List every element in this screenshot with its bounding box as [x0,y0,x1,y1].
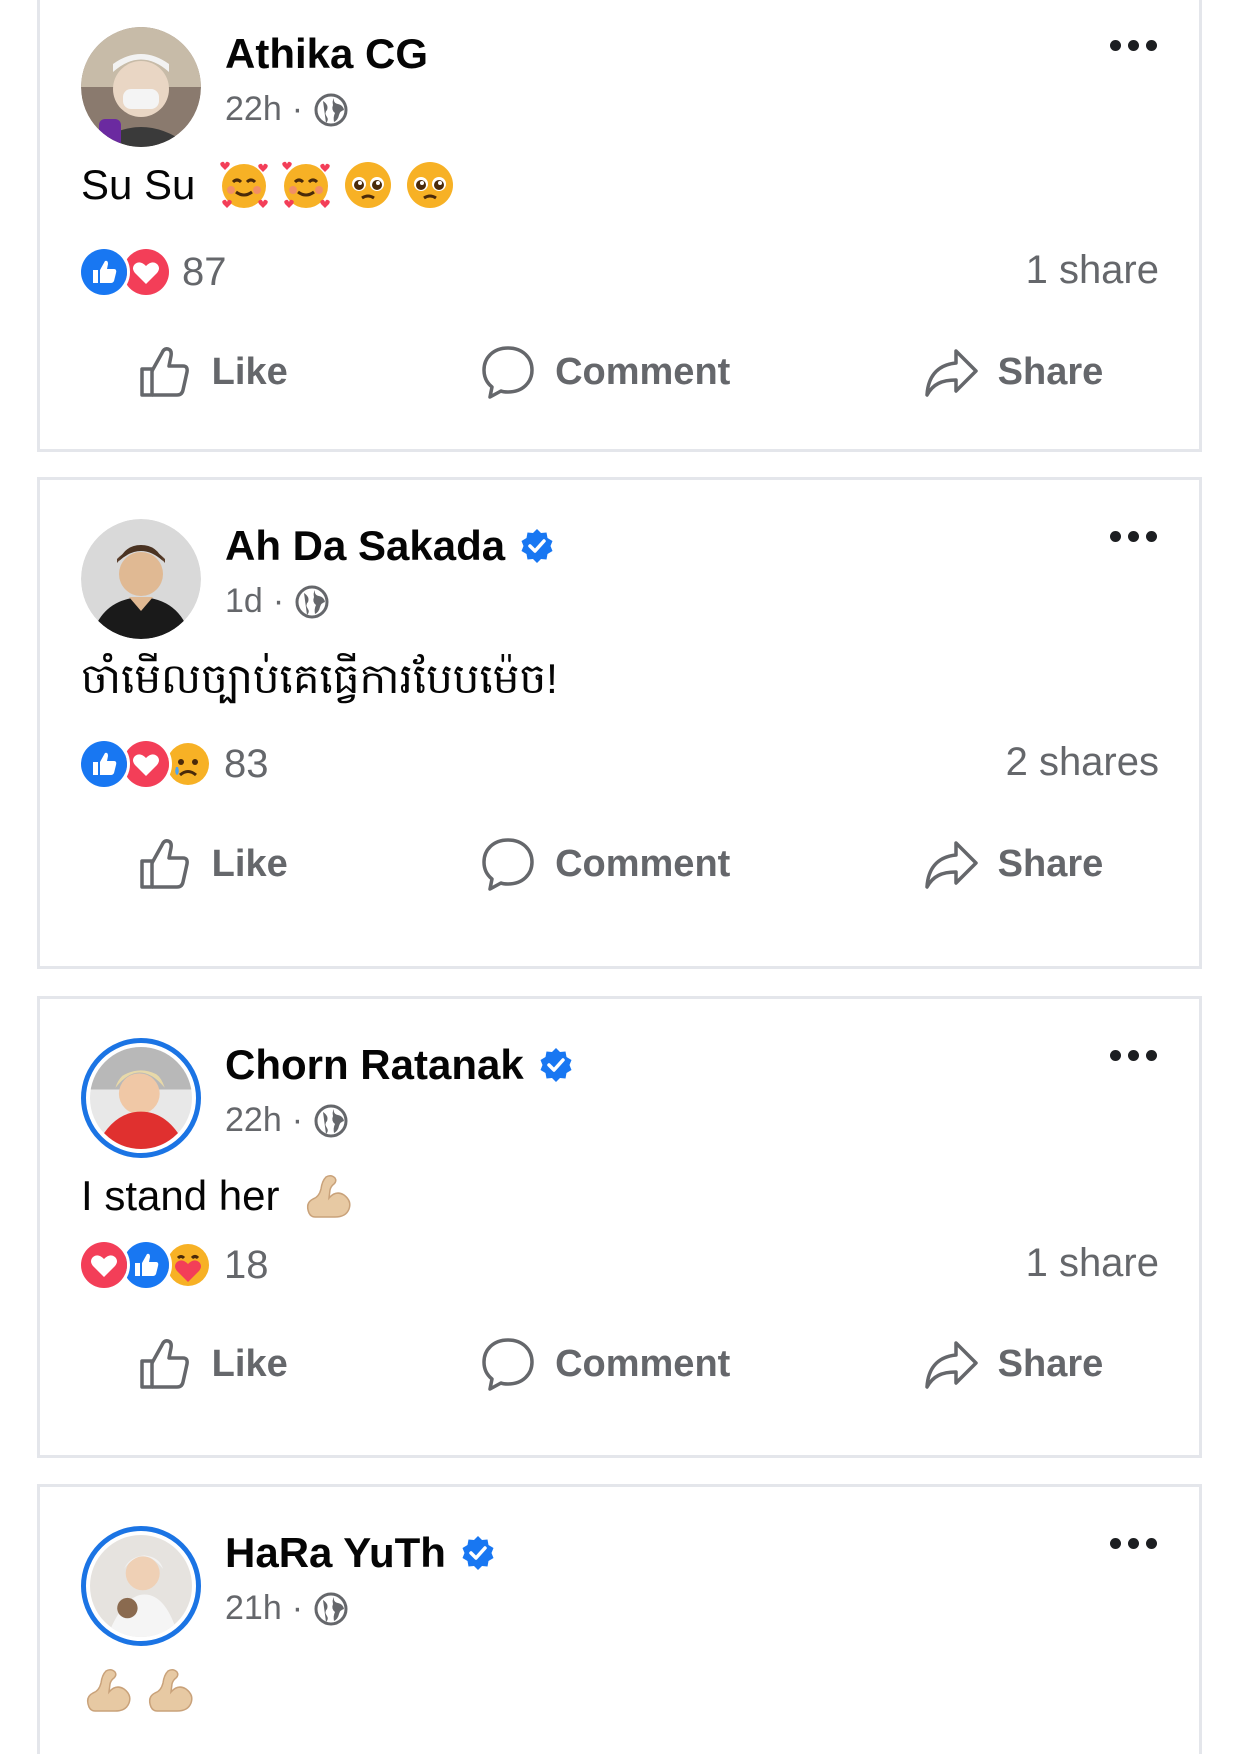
share-arrow-icon [922,1335,980,1393]
reaction-summary[interactable]: 18 [78,1239,269,1291]
share-button[interactable]: Share [922,1335,1104,1393]
share-arrow-icon [922,343,980,401]
post-meta: 22h · [225,1101,349,1140]
like-button[interactable]: Like [136,1335,288,1393]
pleading-face-icon [403,158,457,212]
post-actions: Like Comment Share [40,343,1199,401]
post-card: Chorn Ratanak 22h · I stand her 18 1 sha… [37,996,1202,1458]
avatar[interactable] [81,27,201,147]
reaction-summary[interactable]: 83 [78,738,269,790]
share-button[interactable]: Share [922,835,1104,893]
like-thumb-icon [136,343,194,401]
flexed-biceps-icon [301,1169,355,1223]
post-time[interactable]: 1d [225,582,263,621]
love-reaction-icon [78,1239,130,1291]
post-card: HaRa YuTh 21h · [37,1484,1202,1754]
post-text-content: Su Su [81,161,196,208]
verified-badge-icon [460,1535,496,1571]
post-meta: 1d · [225,582,330,621]
globe-icon [313,1591,349,1627]
post-time[interactable]: 22h [225,1101,282,1140]
verified-badge-icon [538,1047,574,1083]
post-time[interactable]: 22h [225,90,282,129]
like-label: Like [211,1342,288,1385]
author-name-text[interactable]: HaRa YuTh [225,1529,446,1577]
meta-separator: · [291,1589,304,1627]
share-button[interactable]: Share [922,343,1104,401]
like-thumb-icon [136,835,194,893]
share-label: Share [997,350,1104,393]
comment-button[interactable]: Comment [479,835,730,893]
comment-bubble-icon [479,343,537,401]
post-meta: 22h · [225,90,349,129]
avatar-with-story-ring[interactable] [81,1038,201,1158]
avatar-with-story-ring[interactable] [81,1526,201,1646]
share-count[interactable]: 2 shares [1006,740,1159,785]
smiling-face-with-hearts-icon [279,158,333,212]
author-name-text[interactable]: Athika CG [225,30,428,78]
globe-icon [313,92,349,128]
post-author-name[interactable]: Ah Da Sakada [225,522,555,570]
post-text [81,1663,197,1717]
post-actions: Like Comment Share [40,835,1199,893]
share-count[interactable]: 1 share [1026,1241,1159,1286]
author-name-text[interactable]: Chorn Ratanak [225,1041,524,1089]
flexed-biceps-icon [143,1663,197,1717]
post-actions: Like Comment Share [40,1335,1199,1393]
comment-label: Comment [555,350,731,393]
flexed-biceps-icon [81,1663,135,1717]
pleading-face-icon [341,158,395,212]
post-time[interactable]: 21h [225,1589,282,1628]
meta-separator: · [291,1101,304,1139]
comment-button[interactable]: Comment [479,1335,730,1393]
meta-separator: · [272,582,285,620]
like-button[interactable]: Like [136,835,288,893]
post-text: Su Su [81,158,457,212]
avatar-photo [81,519,201,639]
like-button[interactable]: Like [136,343,288,401]
globe-icon [294,584,330,620]
verified-badge-icon [519,528,555,564]
avatar[interactable] [81,519,201,639]
reaction-count: 18 [224,1242,269,1287]
meta-separator: · [291,90,304,128]
reaction-count: 87 [182,249,227,294]
more-options-icon[interactable] [1110,40,1157,51]
post-author-name[interactable]: Chorn Ratanak [225,1041,574,1089]
share-count[interactable]: 1 share [1026,248,1159,293]
avatar-photo [90,1047,192,1149]
more-options-icon[interactable] [1110,1050,1157,1061]
globe-icon [313,1103,349,1139]
comment-bubble-icon [479,1335,537,1393]
post-text-content: I stand her [81,1172,280,1219]
post-author-name[interactable]: Athika CG [225,30,428,78]
avatar-photo [90,1535,192,1637]
post-card: Athika CG 22h · Su Su 87 1 share Like Co… [37,0,1202,452]
comment-bubble-icon [479,835,537,893]
like-thumb-icon [136,1335,194,1393]
post-text: I stand her [81,1169,355,1223]
share-label: Share [997,1342,1104,1385]
like-reaction-icon [78,246,130,298]
post-text: ចាំមើលច្បាប់គេធ្វើការបែបម៉េច! [81,652,558,714]
author-name-text[interactable]: Ah Da Sakada [225,522,505,570]
like-label: Like [211,350,288,393]
post-author-name[interactable]: HaRa YuTh [225,1529,496,1577]
share-label: Share [997,842,1104,885]
avatar-photo [81,27,201,147]
post-card: Ah Da Sakada 1d · ចាំមើលច្បាប់គេធ្វើការប… [37,477,1202,969]
more-options-icon[interactable] [1110,531,1157,542]
post-meta: 21h · [225,1589,349,1628]
share-arrow-icon [922,835,980,893]
more-options-icon[interactable] [1110,1538,1157,1549]
like-reaction-icon [78,738,130,790]
comment-label: Comment [555,1342,731,1385]
reaction-count: 83 [224,741,269,786]
like-label: Like [211,842,288,885]
comment-button[interactable]: Comment [479,343,730,401]
smiling-face-with-hearts-icon [217,158,271,212]
post-text-content: ចាំមើលច្បាប់គេធ្វើការបែបម៉េច! [81,655,558,702]
reaction-summary[interactable]: 87 [78,246,227,298]
comment-label: Comment [555,842,731,885]
